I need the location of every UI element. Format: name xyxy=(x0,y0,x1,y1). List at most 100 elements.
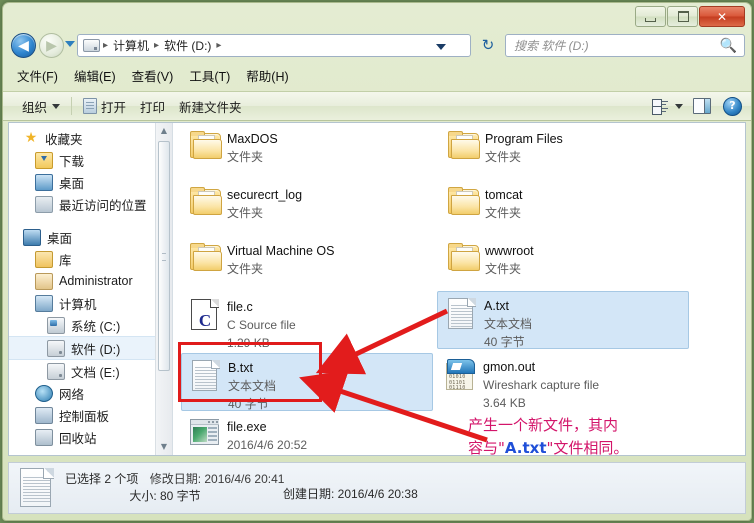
folder-icon xyxy=(443,129,483,159)
sidebar-item-drive-d[interactable]: 软件 (D:) xyxy=(9,336,155,360)
breadcrumb-separator: ▸ xyxy=(154,40,160,51)
navigation-scrollbar[interactable]: ▲ ▼ xyxy=(155,123,172,455)
sidebar-label: 下载 xyxy=(59,154,85,169)
file-item-tomcat[interactable]: tomcat 文件夹 xyxy=(439,181,689,237)
sidebar-item-favorites[interactable]: ★ 收藏夹 xyxy=(9,127,155,149)
scrollbar-thumb[interactable] xyxy=(158,141,170,371)
sidebar-item-drive-c[interactable]: 系统 (C:) xyxy=(9,314,155,336)
desktop-icon xyxy=(35,173,53,191)
status-columns: 已选择 2 个项 修改日期: 2016/4/6 20:41 大小: 80 字节 … xyxy=(65,471,745,505)
minimize-button[interactable] xyxy=(635,6,666,27)
address-bar-row: ◀ ▶ ▸ 计算机 ▸ 软件 (D:) ▸ ↻ 搜索 软件 (D:) 🔍 xyxy=(3,31,751,61)
title-bar: ✕ xyxy=(3,3,751,30)
sidebar-label: 控制面板 xyxy=(59,409,110,424)
menu-view[interactable]: 查看(V) xyxy=(132,66,174,85)
sidebar-label: 桌面 xyxy=(47,231,73,246)
sidebar-item-drive-e[interactable]: 文档 (E:) xyxy=(9,360,155,382)
toolbar-separator xyxy=(71,97,73,115)
file-item-program-files[interactable]: Program Files 文件夹 xyxy=(439,125,689,181)
sidebar-item-network[interactable]: 网络 xyxy=(9,382,155,404)
file-date: 2016/4/6 20:52 xyxy=(227,438,308,452)
sidebar-item-control-panel[interactable]: 控制面板 xyxy=(9,404,155,426)
sidebar-item-recycle-bin[interactable]: 回收站 xyxy=(9,426,155,448)
file-item-file-c[interactable]: C file.c C Source file 1.29 KB xyxy=(181,293,431,351)
open-label: 打开 xyxy=(101,100,127,115)
file-type: 文件夹 xyxy=(227,150,264,164)
sidebar-item-desktop-root[interactable]: 桌面 xyxy=(9,226,155,248)
forward-button[interactable]: ▶ xyxy=(39,33,64,58)
sidebar-item-downloads[interactable]: 下载 xyxy=(9,149,155,171)
menu-tools[interactable]: 工具(T) xyxy=(189,66,230,85)
file-type: 文件夹 xyxy=(485,150,522,164)
search-placeholder: 搜索 软件 (D:) xyxy=(514,39,589,53)
sidebar-item-libraries[interactable]: 库 xyxy=(9,248,155,270)
user-icon xyxy=(35,272,53,290)
status-bar: 已选择 2 个项 修改日期: 2016/4/6 20:41 大小: 80 字节 … xyxy=(8,462,746,514)
organize-button[interactable]: 组织 xyxy=(15,94,67,118)
menu-help[interactable]: 帮助(H) xyxy=(246,66,288,85)
open-button[interactable]: 打开 xyxy=(76,94,133,118)
print-button[interactable]: 打印 xyxy=(133,94,172,118)
file-type: 文本文档 xyxy=(228,379,277,393)
file-name: A.txt xyxy=(484,299,510,313)
file-list-pane[interactable]: MaxDOS 文件夹 Program Files 文件夹 securecrt_l… xyxy=(173,123,745,455)
file-size: 1.29 KB xyxy=(227,336,270,350)
file-item-virtual-machine-os[interactable]: Virtual Machine OS 文件夹 xyxy=(181,237,431,293)
breadcrumb-computer[interactable]: 计算机 xyxy=(111,37,151,54)
file-item-maxdos[interactable]: MaxDOS 文件夹 xyxy=(181,125,431,181)
status-selection: 已选择 2 个项 修改日期: 2016/4/6 20:41 xyxy=(65,471,284,488)
breadcrumb-drive-d[interactable]: 软件 (D:) xyxy=(162,37,213,54)
preview-pane-icon[interactable] xyxy=(693,98,711,114)
file-name: Virtual Machine OS xyxy=(227,244,335,258)
refresh-button[interactable]: ↻ xyxy=(477,35,499,56)
file-name: file.exe xyxy=(227,420,267,434)
scroll-up-icon[interactable]: ▲ xyxy=(156,123,172,139)
search-box[interactable]: 搜索 软件 (D:) 🔍 xyxy=(505,34,745,57)
address-input[interactable]: ▸ 计算机 ▸ 软件 (D:) ▸ xyxy=(77,34,471,57)
new-folder-button[interactable]: 新建文件夹 xyxy=(172,94,249,118)
maximize-button[interactable] xyxy=(667,6,698,27)
sidebar-label: 收藏夹 xyxy=(45,132,83,147)
scroll-down-icon[interactable]: ▼ xyxy=(156,439,172,455)
explorer-window: ✕ ◀ ▶ ▸ 计算机 ▸ 软件 (D:) ▸ ↻ 搜索 软件 (D:) 🔍 文… xyxy=(2,2,752,521)
history-dropdown-icon[interactable] xyxy=(65,41,75,47)
organize-label: 组织 xyxy=(22,100,48,115)
sidebar-item-desktop[interactable]: 桌面 xyxy=(9,171,155,193)
library-icon xyxy=(35,250,53,268)
sidebar-item-recent-places[interactable]: 最近访问的位置 xyxy=(9,193,155,215)
close-icon: ✕ xyxy=(716,9,728,24)
new-folder-label: 新建文件夹 xyxy=(179,100,242,115)
file-item-a-txt[interactable]: A.txt 文本文档 40 字节 xyxy=(437,291,689,349)
file-type: 文件夹 xyxy=(227,206,264,220)
file-name: securecrt_log xyxy=(227,188,303,202)
status-created-date: 创建日期: 2016/4/6 20:38 xyxy=(283,487,418,501)
file-name: gmon.out xyxy=(483,360,536,374)
star-icon: ★ xyxy=(24,129,38,146)
computer-icon xyxy=(35,294,53,312)
view-chevron-down-icon[interactable] xyxy=(675,103,683,109)
file-item-wwwroot[interactable]: wwwroot 文件夹 xyxy=(439,237,689,293)
breadcrumb-separator: ▸ xyxy=(216,40,222,51)
file-item-securecrt-log[interactable]: securecrt_log 文件夹 xyxy=(181,181,431,237)
sidebar-item-administrator[interactable]: Administrator xyxy=(9,270,155,292)
file-type: 文件夹 xyxy=(485,206,522,220)
menu-edit[interactable]: 编辑(E) xyxy=(74,66,116,85)
file-item-gmon-out[interactable]: 01010 01101 01110 gmon.out Wireshark captu… xyxy=(437,353,689,411)
file-item-b-txt[interactable]: B.txt 文本文档 40 字节 xyxy=(181,353,433,411)
sidebar-label: 回收站 xyxy=(59,431,97,446)
file-name: Program Files xyxy=(485,132,563,146)
drive-system-icon xyxy=(47,316,65,334)
file-item-file-exe[interactable]: file.exe 2016/4/6 20:52 126 KB xyxy=(181,413,433,455)
navigation-tree: ★ 收藏夹 下载 桌面 最近访问的位置 桌面 库 Administrator 计… xyxy=(9,127,155,448)
close-button[interactable]: ✕ xyxy=(699,6,745,27)
help-icon[interactable]: ? xyxy=(723,96,742,116)
sidebar-label: 库 xyxy=(59,253,72,268)
file-name: B.txt xyxy=(228,361,254,375)
file-name: tomcat xyxy=(485,188,523,202)
menu-file[interactable]: 文件(F) xyxy=(17,66,58,85)
sidebar-item-computer[interactable]: 计算机 xyxy=(9,292,155,314)
breadcrumb-separator: ▸ xyxy=(103,40,109,51)
address-dropdown-icon[interactable] xyxy=(436,44,446,50)
change-view-icon[interactable] xyxy=(652,99,668,115)
back-button[interactable]: ◀ xyxy=(11,33,36,58)
